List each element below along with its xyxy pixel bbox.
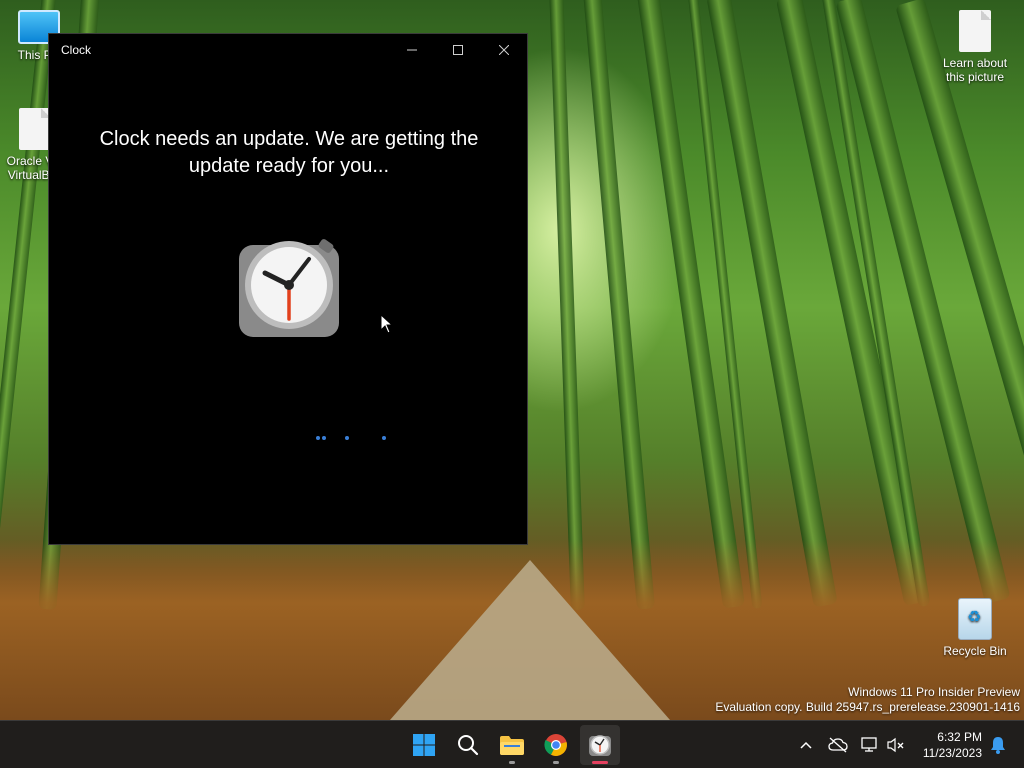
search-button[interactable] xyxy=(448,725,488,765)
network-icon xyxy=(861,737,877,752)
search-icon xyxy=(458,735,479,756)
window-title: Clock xyxy=(61,43,92,57)
desktop-icon-label: Recycle Bin xyxy=(943,644,1007,658)
chrome-button[interactable] xyxy=(536,725,576,765)
close-button[interactable] xyxy=(481,34,527,66)
speaker-muted-icon xyxy=(887,737,904,753)
close-icon xyxy=(499,45,509,55)
window-titlebar[interactable]: Clock xyxy=(49,34,527,66)
watermark-line2: Evaluation copy. Build 25947.rs_prerelea… xyxy=(715,700,1020,714)
update-message: Clock needs an update. We are getting th… xyxy=(99,128,479,177)
show-hidden-icons-button[interactable] xyxy=(794,733,818,757)
running-indicator xyxy=(509,761,515,764)
notifications-button[interactable] xyxy=(986,733,1010,757)
file-explorer-button[interactable] xyxy=(492,725,532,765)
virtualbox-shortcut-icon xyxy=(19,108,51,150)
volume-tray-button[interactable] xyxy=(884,733,908,757)
desktop-icon-label: Learn about this picture xyxy=(942,56,1008,84)
mouse-cursor-icon xyxy=(380,314,394,334)
clock-icon xyxy=(589,735,611,756)
tray-time: 6:32 PM xyxy=(937,730,982,744)
maximize-icon xyxy=(453,45,463,55)
running-indicator xyxy=(553,761,559,764)
active-indicator xyxy=(592,761,608,764)
loading-spinner xyxy=(309,434,389,442)
maximize-button[interactable] xyxy=(435,34,481,66)
windows-logo-icon xyxy=(413,734,435,756)
desktop-icon-learn-picture[interactable]: Learn about this picture xyxy=(940,10,1010,84)
document-icon xyxy=(959,10,991,52)
minimize-button[interactable] xyxy=(389,34,435,66)
recycle-bin-icon: ♻ xyxy=(958,598,992,640)
taskbar: 6:32 PM 11/23/2023 xyxy=(0,720,1024,768)
clock-window: Clock Clock needs an update. We are gett… xyxy=(48,33,528,545)
network-tray-button[interactable] xyxy=(858,733,882,757)
minimize-icon xyxy=(407,49,417,51)
folder-icon xyxy=(500,736,524,755)
bell-icon xyxy=(991,737,1005,754)
chrome-icon xyxy=(544,734,567,756)
system-clock[interactable]: 6:32 PM 11/23/2023 xyxy=(923,729,982,761)
clock-taskbar-button[interactable] xyxy=(580,725,620,765)
desktop-icon-recycle-bin[interactable]: ♻ Recycle Bin xyxy=(940,598,1010,658)
evaluation-watermark: Windows 11 Pro Insider Preview Evaluatio… xyxy=(715,685,1020,715)
start-button[interactable] xyxy=(404,725,444,765)
watermark-line1: Windows 11 Pro Insider Preview xyxy=(848,685,1020,699)
tray-date: 11/23/2023 xyxy=(922,746,982,760)
cloud-offline-icon xyxy=(828,737,848,753)
onedrive-tray-button[interactable] xyxy=(826,733,850,757)
chevron-up-icon xyxy=(800,741,812,749)
clock-app-icon xyxy=(239,239,339,337)
